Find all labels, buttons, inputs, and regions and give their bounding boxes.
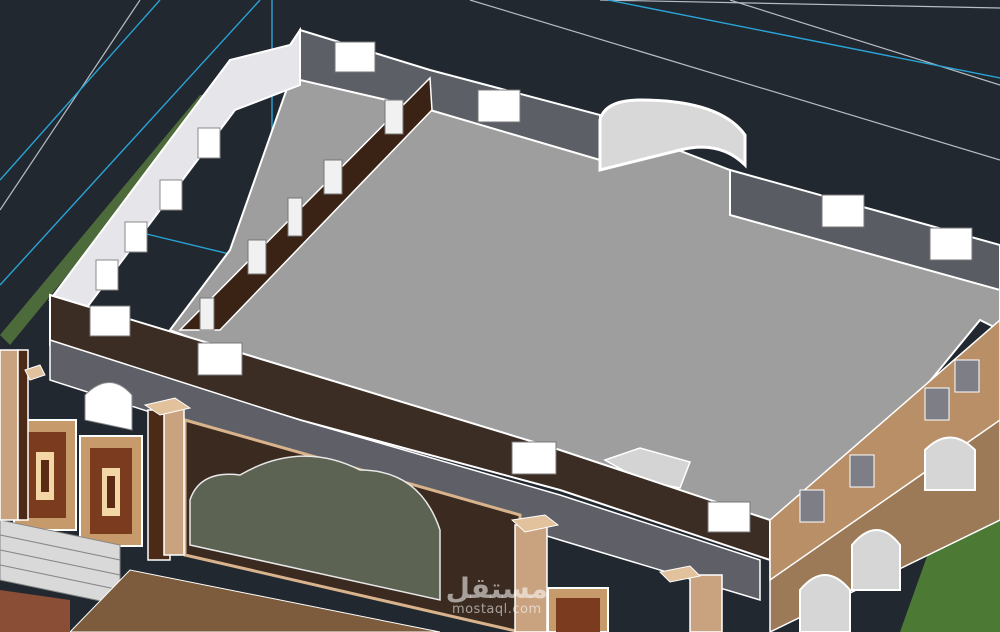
building-3d-model: [0, 0, 1000, 632]
watermark-arabic: مستقل: [445, 572, 548, 605]
watermark-latin: mostaql.com: [451, 602, 542, 617]
mostaql-watermark: مستقل mostaql.com: [445, 572, 548, 617]
front-door-bottom: [547, 587, 609, 632]
front-door-right: [79, 435, 143, 547]
cad-3d-viewport[interactable]: مستقل mostaql.com: [0, 0, 1000, 632]
